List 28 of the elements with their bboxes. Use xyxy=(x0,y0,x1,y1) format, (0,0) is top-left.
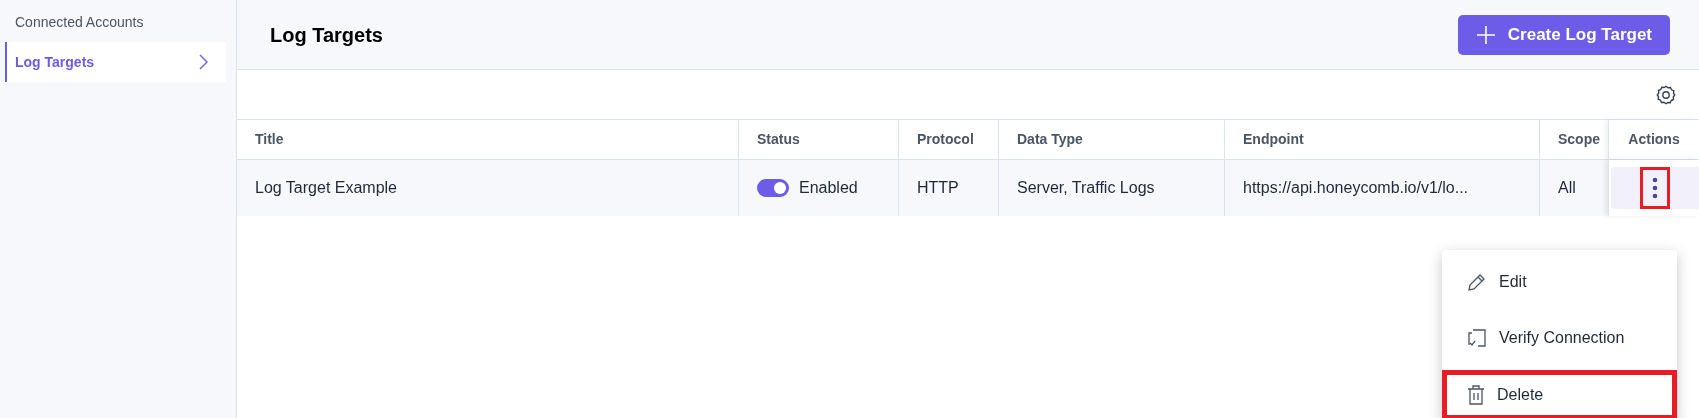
settings-icon[interactable] xyxy=(1655,83,1677,106)
table-cell: https://api.honeycomb.io/v1/lo... xyxy=(1224,160,1539,216)
column-header: Actions xyxy=(1608,120,1699,159)
sidebar-item[interactable]: Connected Accounts xyxy=(5,12,226,32)
status-toggle[interactable] xyxy=(757,179,789,197)
column-header: Status xyxy=(738,120,898,159)
more-vertical-icon xyxy=(1652,177,1658,199)
trash-icon xyxy=(1467,385,1485,405)
menu-item[interactable]: Edit xyxy=(1442,254,1677,310)
plus-icon xyxy=(1475,24,1496,45)
sidebar-item[interactable]: Log Targets xyxy=(5,42,226,82)
chevron-right-icon xyxy=(199,54,208,70)
table-cell: Server, Traffic Logs xyxy=(998,160,1224,216)
checked-frame-icon xyxy=(1467,328,1487,348)
column-header: Data Type xyxy=(998,120,1224,159)
menu-item[interactable]: Verify Connection xyxy=(1442,310,1677,366)
actions-button[interactable] xyxy=(1611,167,1699,209)
page-title: Log Targets xyxy=(270,22,383,48)
table-cell: HTTP xyxy=(898,160,998,216)
column-header: Protocol xyxy=(898,120,998,159)
pencil-icon xyxy=(1467,272,1487,292)
menu-item[interactable]: Delete xyxy=(1442,370,1677,418)
create-log-target-button[interactable]: Create Log Target xyxy=(1457,14,1670,55)
column-header: Scope xyxy=(1539,120,1608,159)
column-header: Endpoint xyxy=(1224,120,1539,159)
status-label: Enabled xyxy=(799,178,858,198)
table-cell-text: Log Target Example xyxy=(254,178,398,198)
column-header: Title xyxy=(254,130,285,149)
